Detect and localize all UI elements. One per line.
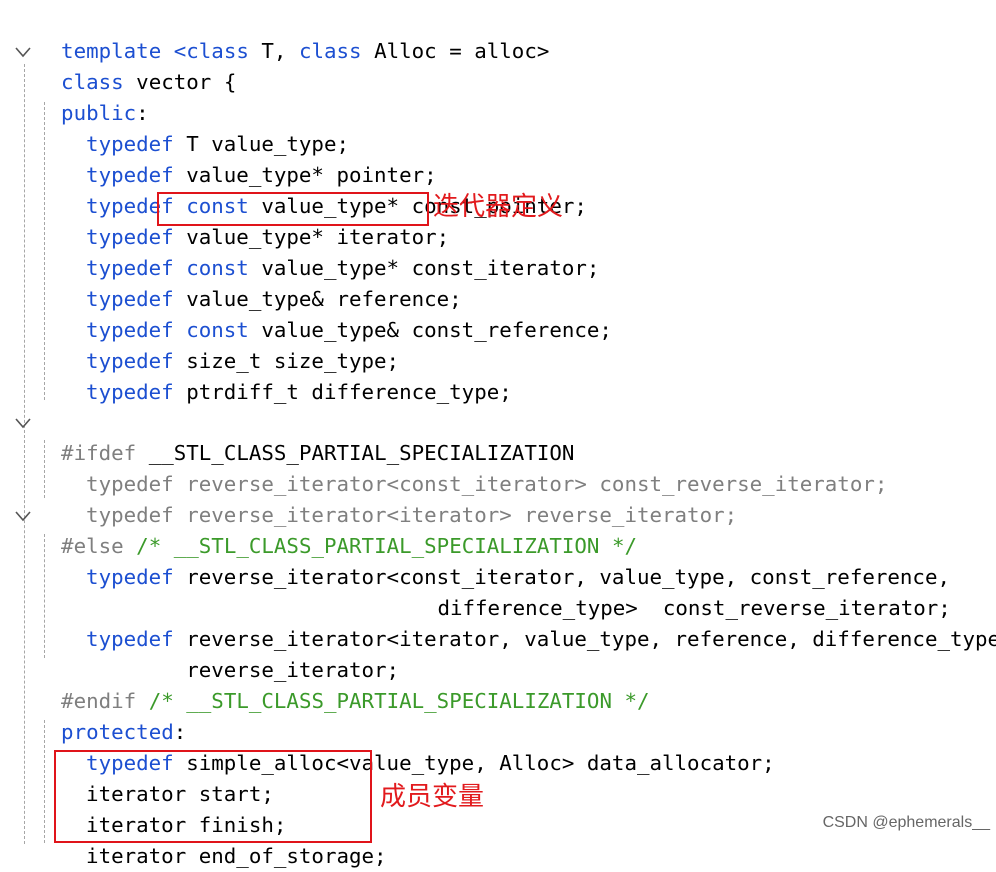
code-line-pointer: typedef value_type* pointer; bbox=[61, 129, 437, 187]
comment: /* __STL_CLASS_PARTIAL_SPECIALIZATION */ bbox=[136, 689, 650, 713]
code-line-value-type: typedef T value_type; bbox=[61, 98, 349, 156]
code-line-inactive-const-reverse-iterator: typedef reverse_iterator<const_iterator>… bbox=[61, 438, 887, 496]
indent-guide-class bbox=[24, 64, 25, 844]
code-line-template: template <class T, class Alloc = alloc> bbox=[36, 5, 549, 63]
code-line-difference-type: typedef ptrdiff_t difference_type; bbox=[61, 346, 512, 404]
keyword: typedef bbox=[86, 565, 174, 589]
code-line-endif: #endif /* __STL_CLASS_PARTIAL_SPECIALIZA… bbox=[36, 655, 649, 713]
code-line-public: public: bbox=[36, 67, 149, 125]
iterator-definition-annotation: 迭代器定义 bbox=[433, 192, 564, 222]
code-line-const-pointer: typedef const value_type* const_pointer; bbox=[61, 160, 587, 218]
code-text: ptrdiff_t difference_type; bbox=[173, 380, 512, 404]
code-text: iterator end_of_storage; bbox=[86, 844, 387, 868]
code-line-size-type: typedef size_t size_type; bbox=[61, 315, 399, 373]
fold-chevron-icon[interactable] bbox=[14, 45, 32, 59]
code-line-inactive-reverse-iterator: typedef reverse_iterator<iterator> rever… bbox=[61, 469, 737, 527]
keyword: typedef bbox=[86, 380, 174, 404]
code-line-const-reverse-iterator-cont: difference_type> const_reverse_iterator; bbox=[162, 562, 950, 620]
code-line-class-decl: class vector { bbox=[36, 36, 236, 94]
fold-chevron-icon[interactable] bbox=[14, 509, 32, 523]
code-line-reference: typedef value_type& reference; bbox=[61, 253, 462, 311]
fold-chevron-icon[interactable] bbox=[14, 416, 32, 430]
member-variables-highlight-box bbox=[54, 750, 372, 843]
code-line-const-iterator: typedef const value_type* const_iterator… bbox=[61, 222, 599, 280]
member-variables-annotation: 成员变量 bbox=[380, 782, 485, 812]
iterator-highlight-box bbox=[157, 192, 429, 226]
code-line-protected: protected: bbox=[36, 686, 186, 744]
code-text: Alloc = alloc> bbox=[361, 39, 550, 63]
code-line-const-reverse-iterator: typedef reverse_iterator<const_iterator,… bbox=[61, 531, 950, 589]
watermark: CSDN @ephemerals__ bbox=[822, 814, 990, 831]
code-text: T, bbox=[248, 39, 299, 63]
keyword: class bbox=[298, 39, 362, 63]
code-line-reverse-iterator-cont: reverse_iterator; bbox=[61, 624, 399, 682]
code-line-ifdef: #ifdef __STL_CLASS_PARTIAL_SPECIALIZATIO… bbox=[36, 407, 574, 465]
code-line-data-allocator: typedef simple_alloc<value_type, Alloc> … bbox=[61, 717, 775, 775]
code-line-reverse-iterator: typedef reverse_iterator<iterator, value… bbox=[61, 593, 996, 651]
code-line-else: #else /* __STL_CLASS_PARTIAL_SPECIALIZAT… bbox=[36, 500, 637, 558]
code-line-const-reference: typedef const value_type& const_referenc… bbox=[61, 284, 612, 342]
indent-guide-public bbox=[44, 102, 45, 400]
